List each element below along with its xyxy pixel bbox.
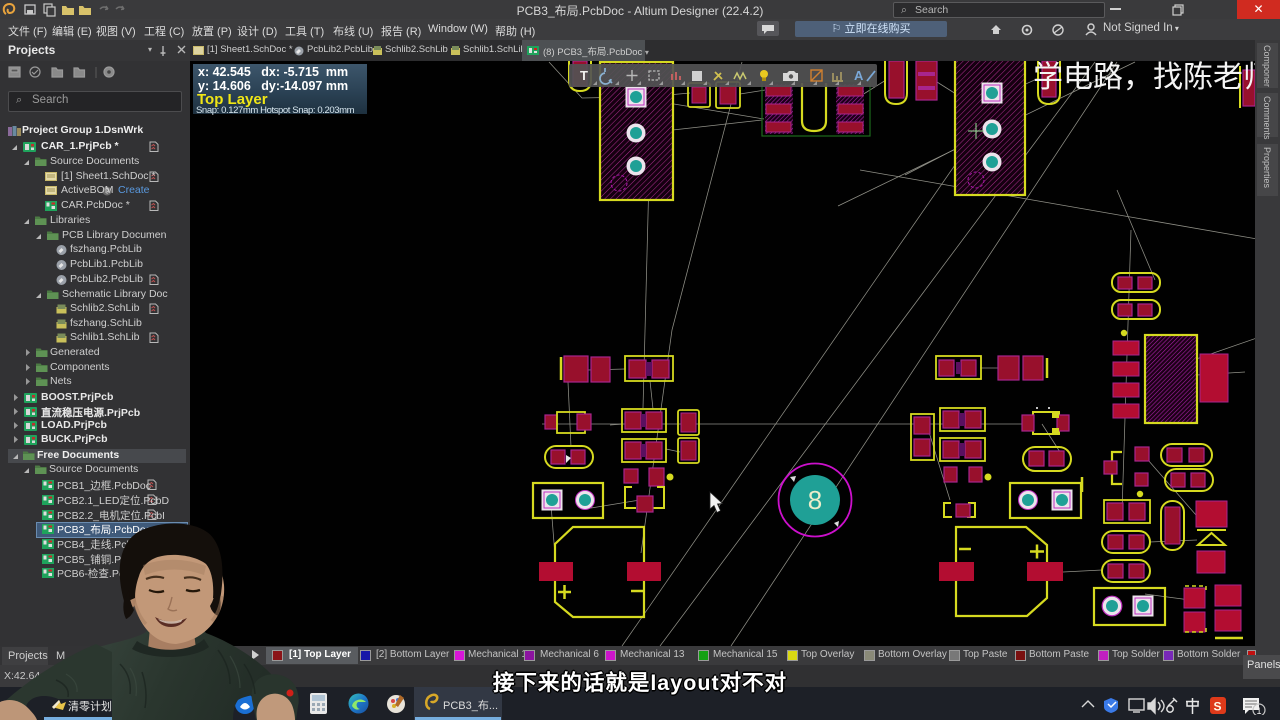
- svg-text:A: A: [854, 68, 864, 83]
- svg-text:T: T: [580, 68, 588, 83]
- svg-text:S: S: [1214, 700, 1222, 714]
- svg-text:8: 8: [808, 485, 822, 515]
- svg-text:1: 1: [1257, 706, 1262, 715]
